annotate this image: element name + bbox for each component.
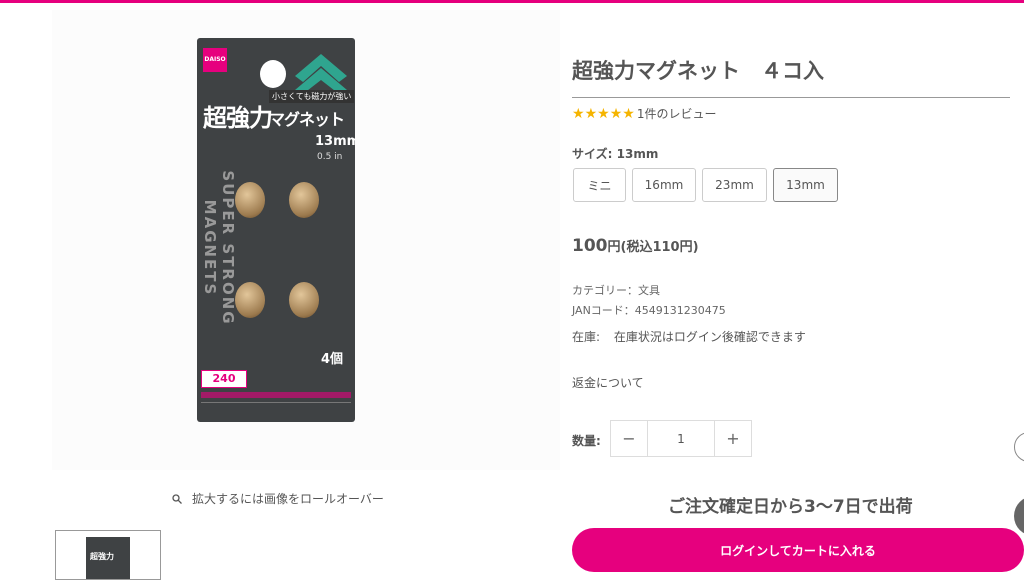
- floating-action-button[interactable]: [1014, 496, 1024, 536]
- brand-logo: DAISO: [203, 48, 227, 72]
- size-options: ミニ 16mm 23mm 13mm: [573, 168, 838, 202]
- review-link[interactable]: 1件のレビュー: [637, 105, 717, 122]
- floating-circle-button[interactable]: [1014, 432, 1024, 462]
- magnet: [235, 282, 265, 318]
- package-inch: 0.5 in: [317, 152, 343, 162]
- star-icon: ★: [622, 105, 635, 122]
- hang-hole: [260, 60, 286, 88]
- size-option-16mm[interactable]: 16mm: [632, 168, 696, 202]
- quantity-input[interactable]: 1: [647, 421, 715, 456]
- thumbnail-text: 超強力: [90, 552, 114, 561]
- magnet: [289, 282, 319, 318]
- magnet: [235, 182, 265, 218]
- magnet: [289, 182, 319, 218]
- price-tax: 円(税込110円): [607, 240, 699, 255]
- size-option-23mm[interactable]: 23mm: [702, 168, 767, 202]
- size-option-mini[interactable]: ミニ: [573, 168, 626, 202]
- package-count: 4個: [321, 352, 344, 367]
- search-icon: [172, 493, 182, 504]
- star-icon: ★: [572, 105, 585, 122]
- plus-button[interactable]: +: [715, 421, 751, 456]
- package-band: [201, 392, 351, 398]
- package-title-main: 超強力: [203, 104, 273, 132]
- stock-text: 在庫状況はログイン後確認できます: [613, 330, 806, 344]
- minus-icon: −: [622, 429, 636, 448]
- star-icon: ★: [597, 105, 610, 122]
- top-accent-bar: [0, 0, 1024, 3]
- chevron-graphic-icon: [295, 54, 347, 94]
- product-thumbnail[interactable]: 超強力: [55, 530, 161, 580]
- product-image[interactable]: DAISO 小さくても磁力が強い 超強力 マグネット 13mm 0.5 in S…: [197, 38, 355, 422]
- package-size: 13mm: [315, 134, 355, 149]
- package-subtitle: 小さくても磁力が強い: [269, 90, 355, 103]
- price-value: 100: [572, 236, 608, 256]
- package-price: 240: [201, 370, 247, 388]
- jan-code: JANコード：4549131230475: [572, 304, 726, 317]
- shipping-info: ご注文確定日から3〜7日で出荷: [668, 497, 913, 517]
- refund-link[interactable]: 返金について: [572, 374, 644, 391]
- category: カテゴリー：文具: [572, 284, 660, 297]
- stock-status: 在庫: 在庫状況はログイン後確認できます: [572, 328, 806, 345]
- add-to-cart-button[interactable]: ログインしてカートに入れる: [572, 528, 1024, 572]
- package-title-sub: マグネット: [269, 110, 345, 129]
- minus-button[interactable]: −: [611, 421, 647, 456]
- price: 100円(税込110円): [572, 236, 699, 256]
- size-option-13mm[interactable]: 13mm: [773, 168, 838, 202]
- quantity-stepper: − 1 +: [610, 420, 752, 457]
- star-icon: ★: [609, 105, 623, 122]
- package-vertical-text: SUPER STRONG MAGNETS: [201, 170, 237, 326]
- product-title: 超強力マグネット ４コ入: [572, 59, 824, 83]
- quantity-label: 数量:: [572, 434, 601, 448]
- stock-label: 在庫:: [572, 330, 601, 344]
- package-fineprint: [201, 402, 351, 416]
- rating[interactable]: ★ ★ ★ ★ ★ 1件のレビュー: [572, 105, 716, 122]
- product-image-area[interactable]: DAISO 小さくても磁力が強い 超強力 マグネット 13mm 0.5 in S…: [52, 10, 560, 470]
- zoom-hint: 拡大するには画像をロールオーバー: [172, 490, 384, 507]
- star-icon: ★: [584, 105, 598, 122]
- plus-icon: +: [726, 429, 740, 448]
- title-divider: [572, 97, 1010, 98]
- size-label: サイズ: 13mm: [572, 147, 659, 161]
- zoom-hint-text: 拡大するには画像をロールオーバー: [192, 492, 384, 506]
